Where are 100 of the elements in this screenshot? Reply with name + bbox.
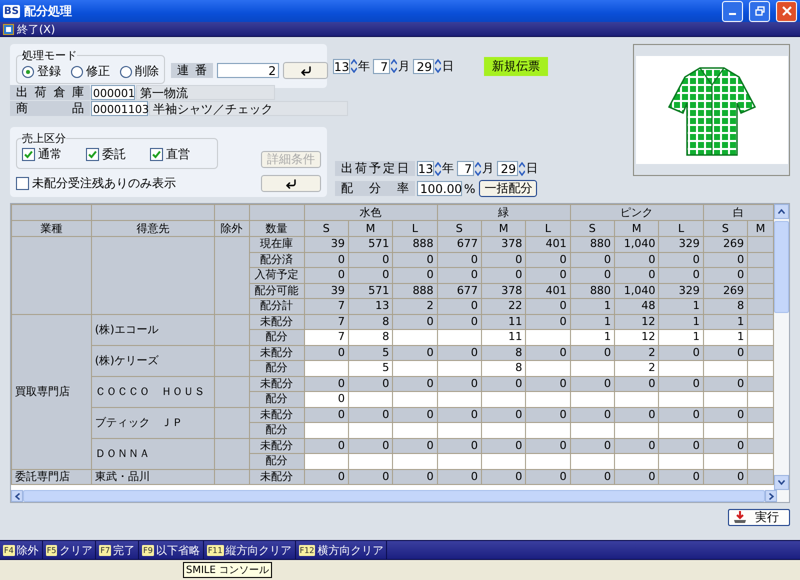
table-cell[interactable]: 7 — [304, 330, 348, 345]
code-field[interactable]: 00001103 — [91, 101, 148, 116]
table-cell[interactable] — [570, 454, 614, 469]
table-cell[interactable]: 2 — [614, 360, 659, 376]
table-cell[interactable] — [703, 392, 748, 407]
vertical-scrollbar[interactable] — [774, 204, 789, 490]
scroll-up-button[interactable] — [774, 204, 789, 219]
date-field[interactable]: 29 — [413, 58, 434, 74]
table-cell[interactable] — [392, 360, 438, 376]
table-cell[interactable] — [437, 392, 482, 407]
scroll-left-button[interactable] — [11, 490, 24, 502]
enter-button[interactable] — [261, 175, 321, 192]
date-field[interactable]: 13 — [417, 161, 434, 176]
table-cell[interactable] — [614, 422, 659, 438]
table-cell[interactable] — [748, 360, 774, 376]
table-cell[interactable] — [304, 360, 348, 376]
table-cell[interactable] — [348, 392, 393, 407]
table-cell[interactable] — [703, 360, 748, 376]
table-cell[interactable] — [748, 392, 774, 407]
table-cell[interactable] — [392, 330, 438, 345]
spinner-icon[interactable] — [351, 59, 357, 73]
table-cell[interactable] — [437, 422, 482, 438]
minimize-button[interactable] — [722, 0, 743, 22]
table-cell[interactable] — [392, 454, 438, 469]
table-cell[interactable]: 8 — [481, 360, 526, 376]
mode-radio[interactable]: 登録 — [22, 63, 61, 80]
function-key[interactable]: F7 完了 — [96, 541, 140, 559]
bulk-allocate-button[interactable]: 一括配分 — [479, 180, 538, 197]
table-cell[interactable] — [526, 454, 570, 469]
table-cell[interactable] — [348, 422, 393, 438]
function-key[interactable]: F5 クリア — [42, 541, 96, 559]
spinner-icon[interactable] — [435, 59, 441, 73]
checkbox-icon[interactable] — [16, 177, 29, 190]
table-cell[interactable] — [392, 422, 438, 438]
rate-field[interactable]: 100.00 — [417, 181, 462, 196]
checkbox-icon[interactable] — [150, 148, 163, 161]
table-cell[interactable] — [570, 392, 614, 407]
filter-checkbox[interactable]: 未配分受注残ありのみ表示 — [16, 175, 218, 192]
exit-menu[interactable]: 終了(X) — [17, 22, 56, 36]
table-cell[interactable]: 1 — [703, 330, 748, 345]
table-cell[interactable] — [526, 360, 570, 376]
date-field[interactable]: 29 — [497, 161, 518, 176]
table-cell[interactable] — [392, 392, 438, 407]
table-cell[interactable] — [437, 360, 482, 376]
table-cell[interactable] — [304, 422, 348, 438]
table-cell[interactable] — [703, 422, 748, 438]
enter-button[interactable] — [283, 62, 328, 79]
checkbox-icon[interactable] — [86, 148, 99, 161]
table-cell[interactable] — [304, 454, 348, 469]
close-button[interactable] — [776, 0, 797, 22]
table-cell[interactable] — [748, 330, 774, 345]
table-cell[interactable] — [614, 454, 659, 469]
table-cell[interactable]: 5 — [348, 360, 393, 376]
table-cell[interactable]: 8 — [348, 330, 393, 345]
checkbox-icon[interactable] — [22, 148, 35, 161]
function-key[interactable]: F11 縦方向クリア — [204, 541, 296, 559]
table-cell[interactable] — [526, 392, 570, 407]
table-cell[interactable] — [658, 454, 704, 469]
table-cell[interactable]: 1 — [658, 330, 704, 345]
radio-icon[interactable] — [22, 66, 34, 78]
table-cell[interactable] — [481, 422, 526, 438]
function-key[interactable]: F12 横方向クリア — [296, 541, 388, 559]
table-cell[interactable] — [481, 392, 526, 407]
table-cell[interactable] — [481, 454, 526, 469]
run-button[interactable]: 実行 — [728, 509, 790, 526]
spinner-icon[interactable] — [519, 162, 525, 176]
mode-radio[interactable]: 削除 — [120, 63, 159, 80]
mode-radio[interactable]: 修正 — [71, 63, 110, 80]
table-cell[interactable] — [437, 330, 482, 345]
radio-icon[interactable] — [71, 66, 83, 78]
table-cell[interactable] — [658, 422, 704, 438]
table-cell[interactable] — [748, 454, 774, 469]
table-cell[interactable] — [526, 330, 570, 345]
table-cell[interactable] — [658, 392, 704, 407]
function-key[interactable]: F4 除外 — [0, 541, 43, 559]
table-cell[interactable] — [570, 360, 614, 376]
table-cell[interactable] — [748, 422, 774, 438]
date-field[interactable]: 7 — [373, 58, 390, 74]
table-cell[interactable] — [703, 454, 748, 469]
restore-button[interactable] — [749, 0, 770, 22]
table-cell[interactable]: 12 — [614, 330, 659, 345]
table-cell[interactable] — [570, 422, 614, 438]
sales-checkbox[interactable]: 直営 — [150, 146, 190, 163]
table-cell[interactable] — [348, 454, 393, 469]
table-cell[interactable]: 1 — [570, 330, 614, 345]
scroll-thumb[interactable] — [774, 221, 789, 313]
date-field[interactable]: 7 — [457, 161, 474, 176]
table-cell[interactable]: 11 — [481, 330, 526, 345]
serial-field[interactable]: 2 — [217, 63, 279, 78]
radio-icon[interactable] — [120, 66, 132, 78]
scroll-right-button[interactable] — [765, 490, 778, 502]
table-cell[interactable]: 0 — [304, 392, 348, 407]
function-key[interactable]: F9 以下省略 — [139, 541, 204, 559]
table-cell[interactable] — [437, 454, 482, 469]
sales-checkbox[interactable]: 委託 — [86, 146, 126, 163]
code-field[interactable]: 000001 — [91, 85, 135, 100]
spinner-icon[interactable] — [435, 162, 441, 176]
spinner-icon[interactable] — [475, 162, 481, 176]
table-cell[interactable] — [526, 422, 570, 438]
table-cell[interactable] — [658, 360, 704, 376]
